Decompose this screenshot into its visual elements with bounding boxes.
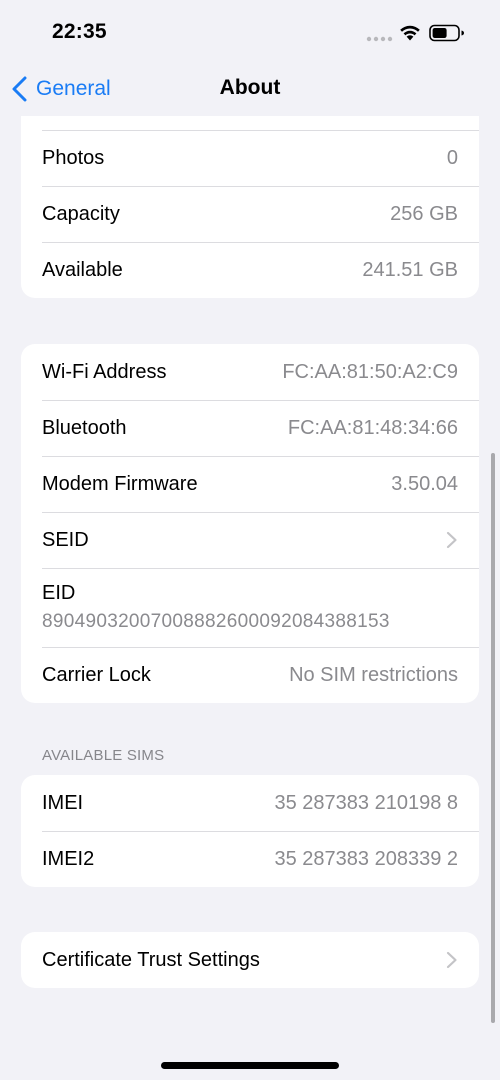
modem-firmware-label: Modem Firmware: [42, 472, 198, 495]
modem-firmware-value: 3.50.04: [391, 472, 458, 495]
page-title: About: [219, 76, 281, 99]
available-value: 241.51 GB: [362, 258, 458, 281]
wifi-address-label: Wi-Fi Address: [42, 360, 167, 383]
eid-value: 89049032007008882600092084388153: [42, 611, 390, 632]
navigation-bar: General About: [0, 64, 500, 116]
certificate-group: Certificate Trust Settings: [21, 932, 479, 988]
carrier-lock-row: Carrier Lock No SIM restrictions: [21, 647, 479, 703]
capacity-label: Capacity: [42, 202, 120, 225]
imei-value: 35 287383 210198 8: [274, 791, 458, 814]
signal-dots-icon: [366, 36, 393, 42]
wifi-address-value: FC:AA:81:50:A2:C9: [282, 360, 458, 383]
photos-label: Photos: [42, 146, 105, 169]
status-bar: 22:35: [0, 0, 500, 64]
modem-firmware-row: Modem Firmware 3.50.04: [21, 456, 479, 512]
available-row: Available 241.51 GB: [21, 242, 479, 298]
certificate-trust-settings-label: Certificate Trust Settings: [42, 948, 260, 971]
imei2-label: IMEI2: [42, 847, 95, 870]
photos-value: 0: [446, 146, 458, 169]
imei2-row: IMEI2 35 287383 208339 2: [21, 831, 479, 887]
imei2-value: 35 287383 208339 2: [274, 847, 458, 870]
carrier-lock-value: No SIM restrictions: [289, 663, 458, 686]
capacity-value: 256 GB: [390, 202, 458, 225]
chevron-right-icon: [446, 531, 457, 549]
storage-group: Photos 0 Capacity 256 GB Available 241.5…: [21, 116, 479, 298]
photos-row: Photos 0: [21, 130, 479, 186]
status-time: 22:35: [52, 20, 107, 43]
network-group: Wi-Fi Address FC:AA:81:50:A2:C9 Bluetoot…: [21, 344, 479, 703]
bluetooth-label: Bluetooth: [42, 416, 127, 439]
certificate-trust-settings-row[interactable]: Certificate Trust Settings: [21, 932, 479, 988]
carrier-lock-label: Carrier Lock: [42, 663, 151, 686]
scrollbar[interactable]: [491, 453, 495, 1023]
imei-label: IMEI: [42, 791, 84, 814]
home-indicator[interactable]: [161, 1062, 339, 1069]
imei-row: IMEI 35 287383 210198 8: [21, 775, 479, 831]
available-sims-header: AVAILABLE SIMS: [42, 747, 165, 764]
eid-row: EID 89049032007008882600092084388153: [21, 568, 479, 647]
bluetooth-value: FC:AA:81:48:34:66: [287, 416, 458, 439]
seid-label: SEID: [42, 528, 89, 551]
available-label: Available: [42, 258, 123, 281]
wifi-icon: [400, 25, 420, 41]
chevron-right-icon: [446, 951, 457, 969]
bluetooth-row: Bluetooth FC:AA:81:48:34:66: [21, 400, 479, 456]
eid-label: EID: [42, 582, 76, 604]
wifi-address-row: Wi-Fi Address FC:AA:81:50:A2:C9: [21, 344, 479, 400]
seid-row[interactable]: SEID: [21, 512, 479, 568]
capacity-row: Capacity 256 GB: [21, 186, 479, 242]
sims-group: IMEI 35 287383 210198 8 IMEI2 35 287383 …: [21, 775, 479, 887]
battery-icon: [429, 24, 464, 42]
